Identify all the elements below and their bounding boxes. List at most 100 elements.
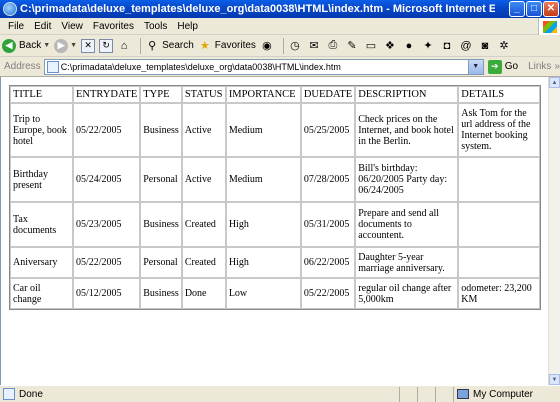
table-header-row: TITLE ENTRYDATE TYPE STATUS IMPORTANCE D… bbox=[10, 86, 541, 103]
header-status: STATUS bbox=[181, 86, 226, 103]
cell-importance: High bbox=[225, 202, 301, 247]
scroll-up-icon[interactable]: ▲ bbox=[549, 77, 560, 88]
cell-details: Ask Tom for the url address of the Inter… bbox=[458, 103, 541, 157]
bluetooth-icon[interactable]: ✦ bbox=[421, 39, 435, 53]
media-icon[interactable]: ◉ bbox=[260, 39, 274, 53]
cell-entrydate: 05/22/2005 bbox=[73, 247, 141, 278]
forward-arrow-icon: ▶ bbox=[54, 38, 69, 53]
close-button[interactable]: ✕ bbox=[543, 1, 559, 17]
page-content: TITLE ENTRYDATE TYPE STATUS IMPORTANCE D… bbox=[0, 77, 548, 385]
menu-help[interactable]: Help bbox=[173, 21, 204, 32]
favorites-button[interactable]: ★ Favorites bbox=[198, 39, 256, 53]
table-row: Tax documents 05/23/2005 Business Create… bbox=[10, 202, 541, 247]
go-arrow-icon: ➔ bbox=[487, 59, 502, 74]
header-duedate: DUEDATE bbox=[300, 86, 356, 103]
cell-type: Business bbox=[140, 103, 182, 157]
history-icon[interactable]: ◷ bbox=[288, 39, 302, 53]
links-chevron-icon[interactable]: » bbox=[554, 61, 560, 72]
links-button[interactable]: Links bbox=[528, 61, 551, 72]
print-icon[interactable]: ⎙ bbox=[326, 39, 340, 53]
status-bar: Done My Computer bbox=[0, 385, 560, 402]
cell-description: regular oil change after 5,000km bbox=[355, 278, 459, 309]
camera-icon[interactable]: ◘ bbox=[440, 39, 454, 53]
scroll-down-icon[interactable]: ▼ bbox=[549, 374, 560, 385]
cell-status: Created bbox=[181, 247, 226, 278]
address-bar: Address C:\primadata\deluxe_templates\de… bbox=[0, 57, 560, 77]
menu-view[interactable]: View bbox=[57, 21, 89, 32]
table-row: Aniversary 05/22/2005 Personal Created H… bbox=[10, 247, 541, 278]
status-panel bbox=[435, 386, 453, 402]
cell-status: Created bbox=[181, 202, 226, 247]
status-panel bbox=[399, 386, 417, 402]
page-done-icon bbox=[3, 388, 15, 400]
cell-importance: Medium bbox=[225, 157, 301, 202]
header-type: TYPE bbox=[140, 86, 182, 103]
toolbar-separator bbox=[282, 37, 284, 54]
cell-duedate: 07/28/2005 bbox=[300, 157, 356, 202]
windows-logo-icon bbox=[538, 18, 560, 35]
forward-button[interactable]: ▶ ▼ bbox=[54, 38, 77, 53]
page-icon bbox=[46, 60, 59, 73]
cell-importance: High bbox=[225, 247, 301, 278]
extension-icon[interactable]: ✲ bbox=[497, 39, 511, 53]
header-entrydate: ENTRYDATE bbox=[73, 86, 141, 103]
menu-file[interactable]: File bbox=[4, 21, 30, 32]
edit-icon[interactable]: ✎ bbox=[345, 39, 359, 53]
menu-edit[interactable]: Edit bbox=[30, 21, 57, 32]
cell-entrydate: 05/22/2005 bbox=[73, 103, 141, 157]
cell-details bbox=[458, 247, 541, 278]
maximize-button[interactable]: □ bbox=[526, 1, 542, 17]
header-title: TITLE bbox=[10, 86, 73, 103]
go-button[interactable]: ➔ Go bbox=[487, 59, 518, 74]
cell-title: Aniversary bbox=[10, 247, 73, 278]
cell-duedate: 05/22/2005 bbox=[300, 278, 356, 309]
vertical-scrollbar[interactable]: ▲ ▼ bbox=[548, 77, 560, 385]
home-icon[interactable]: ⌂ bbox=[117, 39, 131, 53]
table-row: Birthday present 05/24/2005 Personal Act… bbox=[10, 157, 541, 202]
toolbar-separator bbox=[140, 37, 142, 54]
chat-icon[interactable]: ◙ bbox=[478, 39, 492, 53]
cell-title: Trip to Europe, book hotel bbox=[10, 103, 73, 157]
toolbar: ◀ Back ▼ ▶ ▼ ✕ ↻ ⌂ ⚲ Search ★ Favorites … bbox=[0, 35, 560, 57]
messenger-icon[interactable]: ● bbox=[402, 39, 416, 53]
at-sign-icon[interactable]: @ bbox=[459, 39, 473, 53]
cell-title: Tax documents bbox=[10, 202, 73, 247]
address-input[interactable]: C:\primadata\deluxe_templates\deluxe_org… bbox=[43, 58, 484, 75]
zone-label: My Computer bbox=[473, 388, 534, 400]
cell-details: odometer: 23,200 KM bbox=[458, 278, 541, 309]
forward-dropdown-icon[interactable]: ▼ bbox=[70, 42, 77, 49]
mail-icon[interactable]: ✉ bbox=[307, 39, 321, 53]
address-dropdown-icon[interactable]: ▼ bbox=[467, 59, 483, 74]
security-zone: My Computer bbox=[453, 386, 553, 402]
title-bar: C:\primadata\deluxe_templates\deluxe_org… bbox=[0, 0, 560, 18]
cell-description: Bill's birthday: 06/20/2005 Party day: 0… bbox=[355, 157, 459, 202]
cell-title: Birthday present bbox=[10, 157, 73, 202]
cell-type: Personal bbox=[140, 247, 182, 278]
status-text: Done bbox=[19, 388, 43, 400]
cell-description: Check prices on the Internet, and book h… bbox=[355, 103, 459, 157]
favorites-label: Favorites bbox=[214, 40, 256, 51]
cell-entrydate: 05/24/2005 bbox=[73, 157, 141, 202]
back-button[interactable]: ◀ Back ▼ bbox=[2, 38, 50, 53]
cell-type: Business bbox=[140, 202, 182, 247]
stop-icon[interactable]: ✕ bbox=[81, 38, 96, 53]
research-icon[interactable]: ❖ bbox=[383, 39, 397, 53]
refresh-icon[interactable]: ↻ bbox=[99, 38, 114, 53]
window-title: C:\primadata\deluxe_templates\deluxe_org… bbox=[20, 3, 495, 15]
cell-importance: Low bbox=[225, 278, 301, 309]
cell-type: Personal bbox=[140, 157, 182, 202]
data-table: TITLE ENTRYDATE TYPE STATUS IMPORTANCE D… bbox=[9, 85, 542, 310]
cell-title: Car oil change bbox=[10, 278, 73, 309]
back-label: Back bbox=[19, 40, 42, 51]
table-row: Car oil change 05/12/2005 Business Done … bbox=[10, 278, 541, 309]
address-value: C:\primadata\deluxe_templates\deluxe_org… bbox=[60, 61, 341, 72]
internet-explorer-icon bbox=[3, 2, 17, 16]
back-dropdown-icon[interactable]: ▼ bbox=[43, 42, 50, 49]
menu-tools[interactable]: Tools bbox=[140, 21, 173, 32]
header-description: DESCRIPTION bbox=[355, 86, 459, 103]
menu-favorites[interactable]: Favorites bbox=[89, 21, 140, 32]
folder-icon[interactable]: ▭ bbox=[364, 39, 378, 53]
minimize-button[interactable]: _ bbox=[509, 1, 525, 17]
cell-description: Daughter 5-year marriage anniversary. bbox=[355, 247, 459, 278]
search-button[interactable]: ⚲ Search bbox=[145, 39, 194, 53]
